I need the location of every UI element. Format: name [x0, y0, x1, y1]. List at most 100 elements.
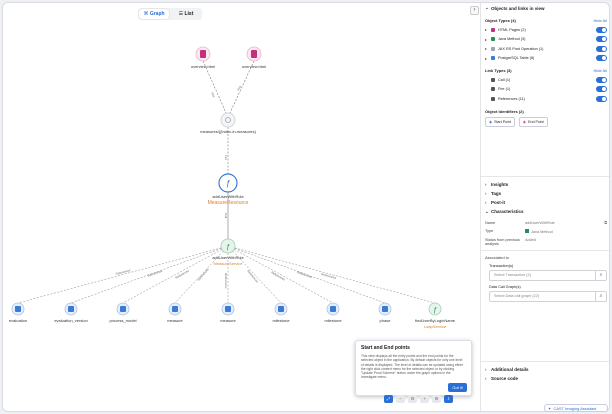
node-label: milestone — [324, 318, 342, 323]
node-label: evaluation — [8, 318, 28, 323]
search-icon[interactable]: ⌕ — [595, 270, 606, 280]
edge-label: References — [197, 267, 210, 282]
search-icon[interactable]: ⌕ — [595, 291, 606, 301]
transactions-label: Transaction(s) — [489, 263, 514, 268]
node-label: phase — [379, 318, 391, 323]
copy-icon[interactable]: ⧉ — [604, 221, 607, 225]
node-class-label: MeasureService — [213, 261, 243, 266]
object-type-toggle[interactable] — [596, 36, 607, 43]
jax-rs-operation-node[interactable] — [220, 112, 236, 128]
edge-label: Fire — [236, 85, 242, 92]
edge-label: References — [271, 270, 287, 281]
java-method-node[interactable]: ƒ — [220, 238, 236, 254]
hide-all-links-link[interactable]: Hide All — [593, 68, 607, 73]
graph-controls: ⤢ − ⊟ + ⚙ ⇩ — [384, 395, 453, 403]
edge-label: Call — [224, 213, 228, 219]
source-code-section[interactable]: › Source code — [485, 374, 607, 383]
node-label: milestone — [272, 318, 290, 323]
link-type-toggle[interactable] — [596, 95, 607, 102]
object-type-toggle[interactable] — [596, 26, 607, 33]
edge-label: Fire — [210, 92, 216, 99]
node-label: measure — [167, 318, 183, 323]
characteristics-section[interactable]: ⌄ Characteristics — [485, 207, 607, 217]
edge-label: Fire — [224, 155, 228, 160]
tags-section[interactable]: › Tags — [485, 189, 607, 198]
references-link-icon — [491, 96, 495, 101]
edge-label: References — [321, 272, 337, 280]
node-class-label: MeasureResource — [207, 200, 249, 206]
object-identifiers-header: Object Identifiers (2) — [485, 108, 524, 114]
call-link-icon — [491, 77, 495, 82]
link-type-row: References (11) — [485, 94, 607, 104]
link-type-toggle[interactable] — [596, 76, 607, 83]
popup-title: Start and End points — [361, 345, 410, 351]
datacall-label: Data Call Graph(s) — [489, 284, 521, 289]
node-label: addUserWithRole — [212, 255, 244, 260]
name-field: Name addUserWithRole ⧉ — [485, 220, 607, 225]
start-end-points-popup: Start and End points This view displays … — [355, 340, 472, 396]
transaction-select[interactable]: Select Transaction (2) ⌕ — [489, 269, 607, 281]
right-panel: ⌄ Objects and links in view Object Types … — [480, 3, 609, 411]
node-class-label: LdapService — [423, 324, 447, 329]
node-label: overview.html — [190, 64, 216, 69]
link-type-toggle[interactable] — [596, 86, 607, 93]
settings-icon[interactable]: ⚙ — [432, 395, 441, 403]
zoom-in-icon[interactable]: + — [420, 395, 429, 403]
object-type-row: ▸ PostgreSQL Table (8) — [485, 54, 607, 64]
objects-links-header[interactable]: ⌄ Objects and links in view — [485, 3, 607, 13]
zoom-out-icon[interactable]: − — [396, 395, 405, 403]
assistant-icon: ✦ — [548, 405, 552, 411]
type-field: Type Java Method — [485, 228, 553, 234]
status-field: Status from previous analysis Added — [485, 237, 536, 246]
svg-text:ƒ: ƒ — [433, 307, 437, 314]
object-types-header: Object Types (4) Hide All — [485, 18, 607, 23]
node-label: measure — [220, 318, 236, 323]
table-icon — [491, 56, 495, 61]
edge-label: References — [297, 270, 313, 279]
hide-all-objects-link[interactable]: Hide All — [593, 18, 607, 23]
export-icon[interactable]: ⇩ — [444, 395, 453, 403]
html-page-node[interactable] — [246, 46, 262, 62]
java-method-icon — [525, 228, 529, 233]
start-point-button[interactable]: ◉ Start Point — [485, 116, 515, 127]
end-point-icon: ◉ — [522, 119, 527, 124]
edge-label: References — [147, 269, 163, 278]
object-type-toggle[interactable] — [596, 45, 607, 52]
start-point-icon: ◉ — [489, 119, 493, 124]
db-table-nodes[interactable]: ƒ — [11, 302, 442, 316]
fire-link-icon — [491, 87, 495, 92]
link-types-header: Link Types (3) Hide All — [485, 68, 607, 73]
layout-icon[interactable]: ⊟ — [408, 395, 417, 403]
java-method-node-selected[interactable]: ƒ — [218, 173, 238, 193]
node-label: evaluation_version — [54, 318, 88, 323]
edge-label: References — [175, 268, 191, 279]
node-label: process_model — [109, 318, 137, 323]
node-label: findUserByLoginName — [414, 318, 456, 323]
end-point-button[interactable]: ◉ End Point — [518, 116, 548, 127]
fit-icon[interactable]: ⤢ — [384, 395, 393, 403]
object-type-row: ▸ HTML Pages (2) — [485, 25, 607, 35]
node-label: measures/{{index-in-measures} — [200, 129, 256, 134]
cast-assistant-button[interactable]: ✦ CAST Imaging Assistant — [544, 404, 608, 412]
svg-text:ƒ: ƒ — [226, 244, 230, 251]
link-type-row: Fire (1) — [485, 85, 607, 95]
java-method-icon — [491, 37, 495, 42]
edge-label: References — [246, 269, 259, 284]
object-type-row: ▸ Java Method (3) — [485, 35, 607, 45]
associated-to-label: Associated to — [485, 254, 510, 260]
popup-body: This view displays all the entry points … — [361, 354, 464, 380]
additional-details-section[interactable]: › Additional details — [485, 365, 607, 374]
postit-section[interactable]: › Post-it — [485, 198, 607, 207]
link-type-row: Call (1) — [485, 75, 607, 85]
object-type-toggle[interactable] — [596, 55, 607, 62]
html-page-node[interactable] — [195, 46, 211, 62]
node-label: addUserWithRole — [212, 194, 244, 199]
edge-label: References — [224, 273, 228, 289]
datacall-select[interactable]: Select Data call graph (22) ⌕ — [489, 290, 607, 302]
jax-rs-icon — [491, 46, 495, 51]
app-window: ⌘ Graph ☰ List › Fire Fire Fire Call Ref… — [2, 2, 610, 412]
node-label: overview.html — [241, 64, 267, 69]
graph-canvas[interactable]: ⌘ Graph ☰ List › Fire Fire Fire Call Ref… — [3, 3, 479, 411]
insights-section[interactable]: › Insights — [485, 180, 607, 189]
got-it-button[interactable]: Got it! — [448, 383, 467, 392]
